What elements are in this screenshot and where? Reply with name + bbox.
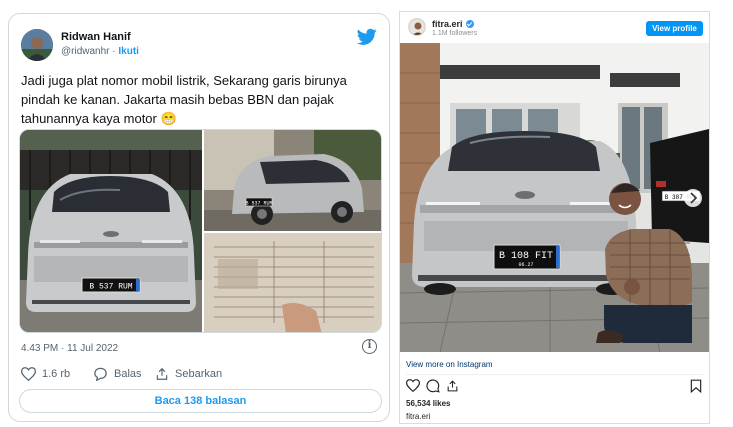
share-label: Sebarkan bbox=[175, 368, 223, 380]
registration-document-photo[interactable] bbox=[204, 233, 381, 332]
post-photo[interactable]: B 387 RFA B 108 FIT 06.27 bbox=[400, 43, 709, 352]
avatar[interactable] bbox=[21, 29, 53, 61]
reply-bubble-icon bbox=[93, 367, 108, 381]
read-replies-button[interactable]: Baca 138 balasan bbox=[19, 389, 382, 413]
username-line: fitra.eri bbox=[432, 19, 474, 29]
tweet-card: Ridwan Hanif @ridwanhr · Ikuti Jadi juga… bbox=[8, 13, 390, 422]
reply-label: Balas bbox=[114, 368, 142, 380]
heart-icon[interactable] bbox=[406, 379, 420, 392]
heart-icon bbox=[21, 367, 36, 381]
info-icon[interactable]: i bbox=[362, 339, 377, 354]
handle-line: @ridwanhr · Ikuti bbox=[61, 46, 139, 57]
plate-number: B 537 RUM bbox=[89, 283, 132, 292]
share-icon[interactable] bbox=[446, 379, 459, 393]
handle[interactable]: @ridwanhr bbox=[61, 46, 110, 57]
embed-comparison-page: Ridwan Hanif @ridwanhr · Ikuti Jadi juga… bbox=[0, 0, 733, 427]
post-owner[interactable]: fitra.eri bbox=[406, 412, 430, 421]
plate-number-small: B 537 RUM bbox=[245, 201, 272, 207]
share-button[interactable]: Sebarkan bbox=[155, 367, 222, 381]
like-count: 1.6 rb bbox=[42, 368, 71, 380]
plate-expiry: 06.27 bbox=[518, 262, 533, 268]
twitter-bird-icon[interactable] bbox=[357, 28, 377, 46]
tweet-timestamp[interactable]: 4.43 PM · 11 Jul 2022 bbox=[21, 343, 118, 354]
front-plate-number: B 108 FIT bbox=[499, 251, 553, 262]
follow-link[interactable]: Ikuti bbox=[118, 46, 139, 57]
car-side-photo[interactable]: B 537 RUM bbox=[204, 130, 381, 231]
tweet-media-grid: B 537 RUM B 537 RUM bbox=[19, 129, 382, 333]
view-profile-button[interactable]: View profile bbox=[646, 21, 703, 36]
tweet-text: Jadi juga plat nomor mobil listrik, Seka… bbox=[21, 73, 347, 126]
bookmark-icon[interactable] bbox=[690, 379, 702, 393]
post-actions bbox=[406, 379, 702, 393]
share-icon bbox=[155, 367, 169, 381]
view-more-link[interactable]: View more on Instagram bbox=[406, 360, 493, 369]
follower-count: 1.1M followers bbox=[432, 30, 478, 37]
like-button[interactable]: 1.6 rb bbox=[21, 367, 70, 381]
reply-button[interactable]: Balas bbox=[93, 367, 142, 381]
instagram-card: fitra.eri 1.1M followers View profile B … bbox=[399, 11, 710, 424]
display-name[interactable]: Ridwan Hanif bbox=[61, 31, 131, 43]
comment-icon[interactable] bbox=[426, 379, 440, 393]
verified-badge-icon bbox=[465, 20, 474, 28]
like-count[interactable]: 56,534 likes bbox=[406, 399, 450, 408]
avatar[interactable] bbox=[408, 18, 426, 36]
car-front-photo[interactable]: B 537 RUM bbox=[20, 130, 202, 332]
divider bbox=[406, 374, 703, 375]
username[interactable]: fitra.eri bbox=[432, 19, 463, 29]
